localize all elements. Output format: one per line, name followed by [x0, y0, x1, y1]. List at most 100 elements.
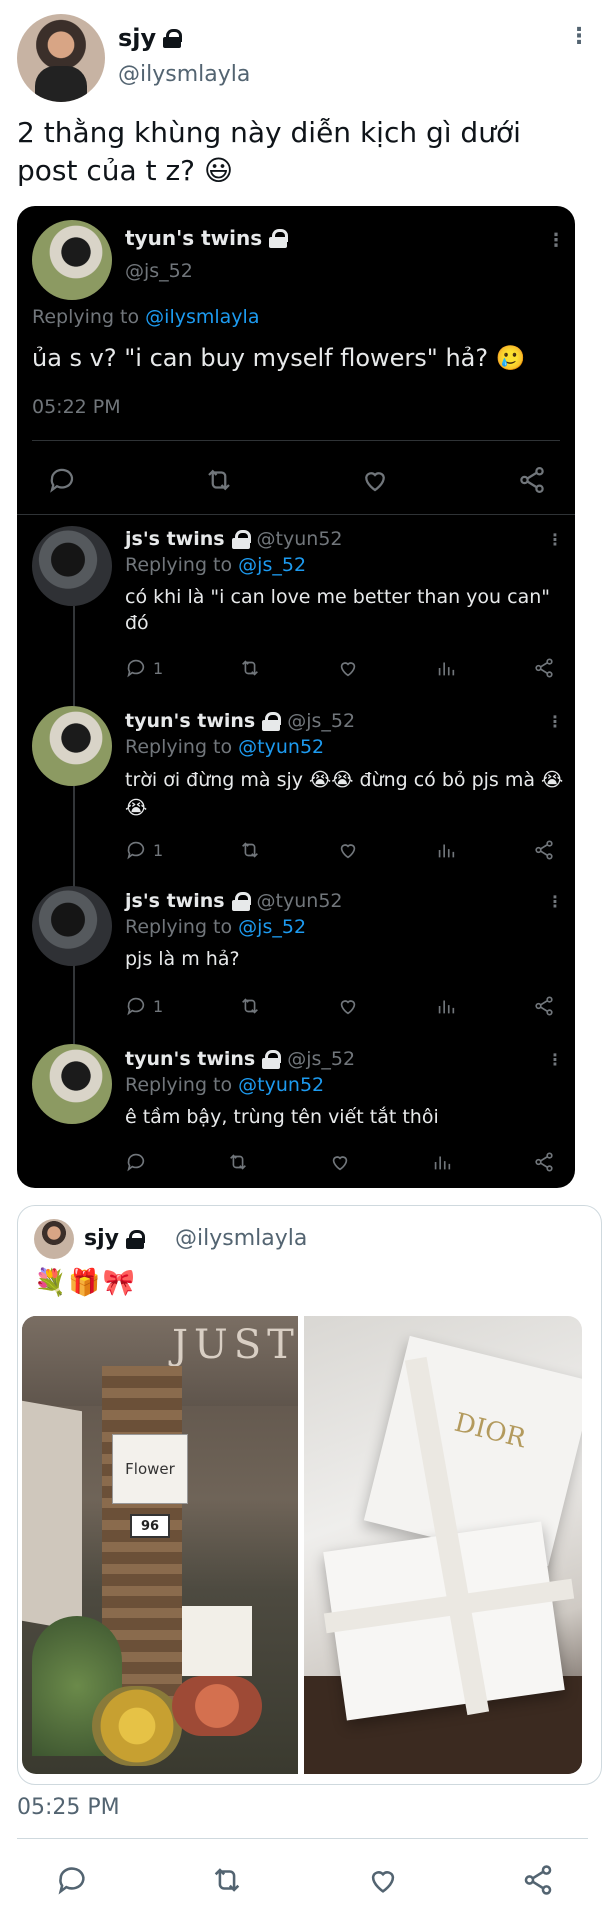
flower-shop-photo[interactable]: JUST Flower 96 [22, 1316, 298, 1774]
reply-icon[interactable] [55, 1863, 89, 1897]
retweet-icon [242, 842, 259, 858]
reply-action-row: 1 [125, 654, 555, 682]
like-icon[interactable] [366, 1863, 400, 1897]
divider [32, 440, 560, 441]
more-icon[interactable]: ⋮ [568, 26, 590, 48]
author-avatar[interactable] [17, 14, 105, 102]
reply-icon [127, 1153, 145, 1172]
reply-name: js's twins [125, 890, 251, 912]
author-name[interactable]: sjy [118, 24, 183, 52]
more-icon: ⋮ [547, 712, 563, 731]
lock-icon [268, 229, 289, 248]
quoted-name: sjy [84, 1226, 145, 1251]
lock-icon [261, 712, 282, 731]
reply-replying-line: Replying to @js_52 [125, 916, 306, 938]
reply-replying-line: Replying to @tyun52 [125, 736, 324, 758]
reply-icon [127, 841, 145, 860]
like-icon [340, 1000, 356, 1015]
screenshot-image[interactable]: tyun's twins @js_52 ⋮ Replying to @ilysm… [17, 206, 575, 1188]
name-text: js's twins [125, 890, 225, 912]
reply-count: 1 [125, 995, 163, 1017]
author-handle[interactable]: @ilysmlayla [118, 62, 250, 87]
orange-flowers [172, 1676, 262, 1736]
replying-handle: @ilysmlayla [145, 306, 260, 328]
divider [17, 1838, 588, 1839]
reply-action-row: 1 [125, 992, 555, 1020]
main-action-row [47, 462, 547, 498]
name-text: tyun's twins [125, 710, 256, 732]
share-icon [535, 658, 553, 678]
flower-sign: Flower [112, 1434, 188, 1504]
retweet-icon [242, 998, 259, 1014]
main-tweet-text: ủa s v? "i can buy myself flowers" hả? 🥲 [32, 344, 526, 372]
replying-handle: @js_52 [238, 554, 307, 576]
reply-text: ê tầm bậy, trùng tên viết tắt thôi [125, 1106, 439, 1128]
like-icon [365, 472, 386, 492]
name-text: sjy [84, 1226, 119, 1251]
reply-text: có khi là "i can love me better than you… [125, 586, 551, 634]
like-icon [332, 1156, 348, 1171]
lock-icon [125, 1229, 145, 1249]
more-icon: ⋮ [547, 230, 565, 251]
reply-replying-line: Replying to @tyun52 [125, 1074, 324, 1096]
reply-icon [127, 997, 145, 1016]
reply-handle: @tyun52 [256, 890, 343, 912]
name-text: tyun's twins [125, 226, 263, 250]
replying-prefix: Replying to [125, 1074, 233, 1096]
reply-handle: @tyun52 [256, 528, 343, 550]
views-icon [434, 1156, 451, 1170]
main-tweet-time: 05:22 PM [32, 396, 121, 418]
replying-prefix: Replying to [32, 306, 140, 328]
more-icon: ⋮ [547, 530, 563, 549]
quoted-tweet[interactable]: sjy @ilysmlayla 💐🎁🎀 JUST Flower 96 DIOR [17, 1205, 602, 1785]
awning [22, 1400, 82, 1632]
retweet-icon [242, 660, 259, 676]
retweet-icon [230, 1154, 246, 1170]
dior-gift-photo[interactable]: DIOR [304, 1316, 582, 1774]
reply-header: tyun's twins @js_52 [125, 710, 355, 732]
retweet-icon[interactable] [210, 1863, 244, 1897]
quoted-text: 💐🎁🎀 [34, 1268, 138, 1298]
reply-header: js's twins @tyun52 [125, 890, 343, 912]
reply-name: tyun's twins [125, 710, 282, 732]
avatar [32, 706, 112, 786]
lock-icon [261, 1050, 282, 1069]
share-icon[interactable] [521, 1863, 555, 1897]
reply-count-value: 1 [153, 996, 164, 1016]
quoted-handle: @ilysmlayla [175, 1226, 308, 1251]
reply-count: 1 [125, 839, 163, 861]
reply-action-row [125, 1148, 555, 1176]
more-icon: ⋮ [547, 892, 563, 911]
share-icon [520, 467, 544, 493]
reply-name: tyun's twins [125, 1048, 282, 1070]
reply-replying-line: Replying to @js_52 [125, 554, 306, 576]
lock-icon [231, 892, 251, 911]
divider [17, 514, 575, 515]
reply-icon [127, 659, 145, 678]
name-text: js's twins [125, 528, 225, 550]
replying-handle: @tyun52 [238, 1074, 325, 1096]
replying-prefix: Replying to [125, 916, 233, 938]
more-icon: ⋮ [547, 1050, 563, 1069]
reply-action-row: 1 [125, 836, 555, 864]
lock-icon [231, 530, 251, 549]
house-number: 96 [130, 1514, 170, 1538]
planter-box [182, 1606, 252, 1676]
share-icon [535, 996, 553, 1016]
author-name-text: sjy [118, 24, 157, 52]
like-icon [340, 844, 356, 859]
avatar [32, 220, 112, 300]
replying-handle: @js_52 [238, 916, 307, 938]
reply-text: pjs là m hả? [125, 948, 240, 970]
reply-header: js's twins @tyun52 [125, 528, 343, 550]
main-tweet-name: tyun's twins [125, 226, 289, 250]
views-icon [438, 844, 455, 858]
views-icon [438, 662, 455, 676]
reply-text: trời ơi đừng mà sjy 😭😭 đừng có bỏ pjs mà… [125, 769, 564, 819]
quoted-avatar [34, 1219, 74, 1259]
avatar [32, 1044, 112, 1124]
post-time: 05:25 PM [17, 1795, 120, 1820]
action-bar [55, 1858, 555, 1902]
retweet-icon [207, 469, 230, 491]
reply-count: 1 [125, 657, 163, 679]
